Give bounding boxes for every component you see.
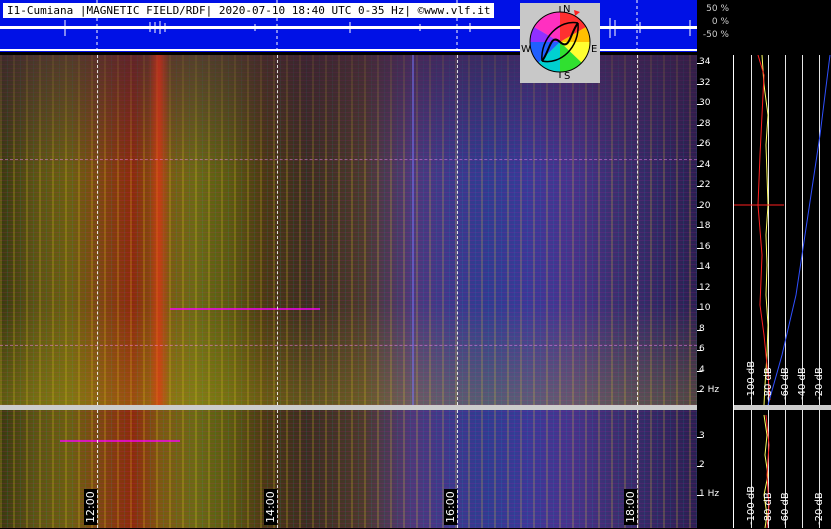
freq-label: 34	[699, 57, 711, 67]
freq-label: 8	[699, 323, 705, 334]
db-label-100: -100 dB	[746, 360, 757, 400]
db-label-60: -60 dB	[780, 367, 791, 400]
freq-label: 4	[699, 364, 705, 375]
frequency-axis: 34 32 30 28 26 24 22 20 18 16 14 12 10 8 6 4 2 Hz 3 2 1 Hz	[697, 55, 733, 528]
db-label-80-lower: -80 dB	[763, 492, 774, 525]
amp-label-minus50: -50 %	[702, 30, 729, 40]
db-label-80: -80 dB	[763, 367, 774, 400]
chart-title: I1-Cumiana |MAGNETIC FIELD/RDF| 2020-07-…	[3, 3, 495, 18]
db-label-20: -20 dB	[814, 367, 825, 400]
freq-label: 18	[699, 221, 711, 231]
freq-label: 20	[699, 200, 711, 211]
freq-label: 32	[699, 77, 711, 88]
freq-label-lower: 3	[699, 431, 705, 441]
db-spectrum-panel: -100 dB -80 dB -60 dB -40 dB -20 dB -100…	[733, 55, 831, 528]
db-label-60-lower: -60 dB	[780, 492, 791, 525]
freq-label: 6	[699, 344, 705, 354]
freq-label: 12	[699, 282, 711, 293]
freq-label: 22	[699, 180, 711, 190]
db-traces	[734, 55, 831, 528]
amplitude-scale: 50 % 0 % -50 %	[697, 0, 733, 52]
compass-north: N	[563, 4, 571, 15]
freq-label-lower: 1 Hz	[699, 489, 720, 499]
compass-west: W	[521, 44, 531, 55]
spectrogram-upper	[0, 55, 697, 405]
freq-label-lower: 2	[699, 460, 705, 470]
db-label-20-lower: -20 dB	[814, 492, 825, 525]
compass-east: E	[591, 44, 598, 55]
time-label-14: 14:00	[264, 489, 277, 525]
amp-label-50: 50 %	[706, 4, 729, 14]
db-label-100-lower: -100 dB	[746, 485, 757, 525]
time-label-12: 12:00	[84, 489, 97, 525]
time-label-16: 16:00	[444, 489, 457, 525]
compass-south: S	[564, 71, 571, 82]
freq-label: 14	[699, 262, 711, 272]
spectrogram-lower: 12:00 14:00 16:00 18:00	[0, 410, 697, 528]
direction-compass: N S E W	[520, 3, 600, 83]
freq-label: 28	[699, 118, 711, 129]
time-label-18: 18:00	[624, 489, 637, 525]
freq-label: 26	[699, 139, 711, 149]
freq-label: 16	[699, 241, 711, 252]
freq-label: 2 Hz	[699, 385, 720, 395]
freq-label: 30	[699, 98, 711, 108]
db-label-40: -40 dB	[797, 367, 808, 400]
amp-label-0: 0 %	[711, 17, 729, 27]
freq-label: 10	[699, 303, 711, 313]
freq-label: 24	[699, 159, 711, 170]
